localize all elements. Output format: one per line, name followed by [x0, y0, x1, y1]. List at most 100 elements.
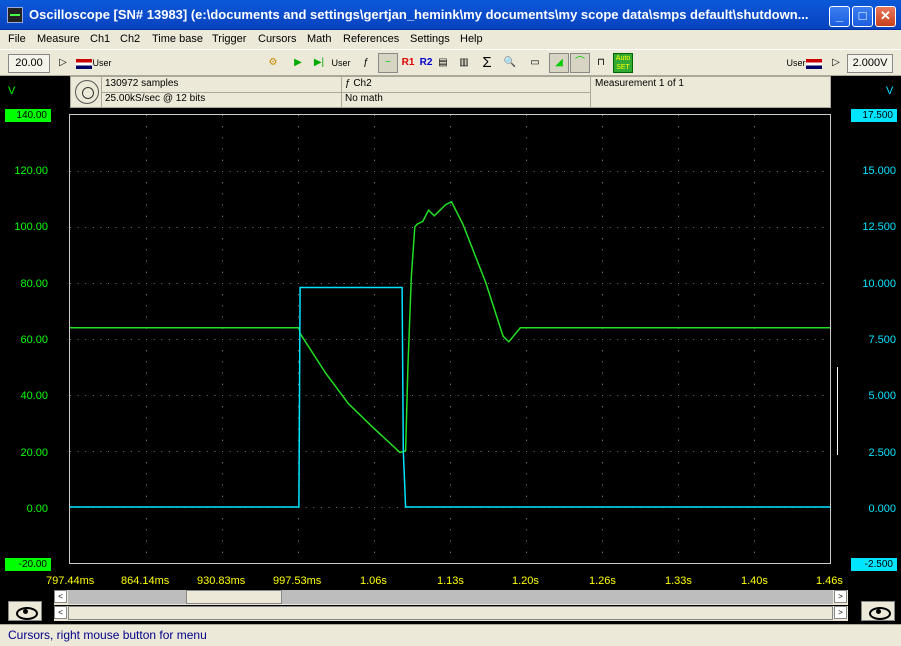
grid-dot [716, 171, 717, 172]
grid-dot [632, 395, 634, 396]
autoset-button[interactable]: Auto SET [613, 53, 633, 73]
scope-view-icon[interactable]: ~ [378, 53, 398, 73]
flag-icon [805, 58, 822, 69]
waveform-svg[interactable] [70, 115, 831, 563]
export-icon[interactable]: ▥ [454, 53, 474, 73]
zoom-icon[interactable]: 🔍 [500, 53, 520, 73]
grid-dot [769, 451, 771, 452]
menu-settings[interactable]: Settings [410, 33, 450, 45]
grid-dot [389, 451, 391, 452]
reference-r1-button[interactable]: R1 [398, 53, 418, 73]
menu-ch1[interactable]: Ch1 [90, 33, 110, 45]
grid-dot [320, 395, 322, 396]
grid-dot [678, 495, 679, 497]
scope-plot-area[interactable] [69, 114, 831, 564]
grid-dot [526, 484, 527, 486]
grid-dot [602, 339, 603, 340]
grid-dot [450, 316, 451, 318]
grid-dot [222, 171, 223, 172]
grid-dot [244, 395, 246, 396]
menu-cursors[interactable]: Cursors [258, 33, 297, 45]
ch2-probe-icon[interactable]: ▷ [826, 53, 846, 73]
grid-dot [723, 283, 725, 284]
pulse-icon[interactable]: ⊓ [591, 53, 611, 73]
grid-dot [602, 305, 603, 307]
grid-dot [731, 171, 733, 172]
grid-dot [328, 171, 330, 172]
ch1-range-field[interactable]: 20.00 [8, 54, 50, 73]
zoom-right-button[interactable]: > [834, 606, 847, 619]
grid-dot [754, 271, 755, 273]
grid-dot [184, 395, 185, 396]
math-status[interactable]: No math [345, 93, 383, 104]
grid-dot [754, 473, 755, 475]
right-eye-view-button[interactable] [861, 601, 895, 621]
menu-file[interactable]: File [8, 33, 26, 45]
grid-dot [526, 126, 527, 128]
horizontal-scrollbar[interactable]: < > [54, 590, 848, 605]
grid-dot [146, 428, 147, 430]
menu-measure[interactable]: Measure [37, 33, 80, 45]
record-icon[interactable]: ⚙ [263, 53, 283, 73]
scroll-thumb[interactable] [186, 590, 282, 604]
grid-dot [678, 204, 679, 206]
user-button[interactable]: User [330, 53, 352, 73]
minimize-button[interactable]: _ [829, 6, 850, 27]
grid-dot [374, 350, 375, 352]
grid-dot [602, 115, 603, 116]
left-scale-top-badge[interactable]: 140.00 [5, 109, 51, 122]
menu-math[interactable]: Math [307, 33, 331, 45]
time-tick-label: 1.13s [437, 575, 464, 587]
single-step-icon[interactable]: ▶| [309, 53, 329, 73]
grid-dot [602, 215, 603, 217]
ch1-user-flag-button[interactable]: User [74, 53, 114, 73]
play-icon[interactable]: ▶ [288, 53, 308, 73]
maximize-button[interactable]: □ [852, 6, 873, 27]
close-button[interactable]: ✕ [875, 6, 896, 27]
grid-dot [222, 383, 223, 385]
trigger-edge-icon[interactable]: ƒ [356, 53, 376, 73]
menu-references[interactable]: References [343, 33, 399, 45]
grid-dot [678, 260, 679, 262]
ch2-user-flag-button[interactable]: User [784, 53, 824, 73]
ch1-probe-icon[interactable]: ▷ [53, 53, 73, 73]
grid-dot [693, 395, 695, 396]
zoom-left-button[interactable]: < [54, 606, 67, 619]
grid-dot [776, 451, 778, 452]
persistence-icon[interactable]: ◢ [549, 53, 569, 73]
curve-icon[interactable]: ⌒ [570, 53, 590, 73]
grid-dot [609, 227, 611, 228]
menu-trigger[interactable]: Trigger [212, 33, 246, 45]
trigger-level-marker[interactable] [834, 367, 838, 455]
menu-time-base[interactable]: Time base [152, 33, 203, 45]
probe-icon[interactable] [75, 80, 99, 104]
print-icon[interactable]: ▭ [525, 53, 545, 73]
trigger-source[interactable]: ƒ Ch2 [345, 78, 372, 89]
right-tick-label: 12.500 [862, 221, 896, 233]
grid-dot [754, 249, 755, 251]
scroll-left-button[interactable]: < [54, 590, 67, 603]
zoom-track[interactable] [68, 606, 833, 620]
menu-help[interactable]: Help [460, 33, 483, 45]
left-scale-bottom-badge[interactable]: -20.00 [5, 558, 51, 571]
zoom-scrollbar[interactable]: < > [54, 606, 848, 621]
grid-dot [799, 227, 801, 228]
toolbar: 20.00 ▷ User ⚙ ▶ ▶| User ƒ ~ R1 R2 ▤ ▥ Σ… [0, 49, 901, 76]
flag-icon [76, 58, 93, 69]
ch2-range-field[interactable]: 2.000V [847, 54, 893, 73]
menu-ch2[interactable]: Ch2 [120, 33, 140, 45]
grid-dot [130, 339, 132, 340]
left-eye-view-button[interactable] [8, 601, 42, 621]
scroll-track[interactable] [68, 590, 833, 604]
sigma-icon[interactable]: Σ [477, 53, 497, 73]
grid-dot [716, 283, 717, 284]
grid-dot [146, 159, 147, 161]
grid-dot [184, 339, 185, 340]
grid-dot [92, 227, 94, 228]
copy-icon[interactable]: ▤ [433, 53, 453, 73]
right-scale-bottom-badge[interactable]: -2.500 [851, 558, 897, 571]
right-scale-top-badge[interactable]: 17.500 [851, 109, 897, 122]
grid-dot [222, 540, 223, 542]
grid-dot [609, 283, 611, 284]
scroll-right-button[interactable]: > [834, 590, 847, 603]
